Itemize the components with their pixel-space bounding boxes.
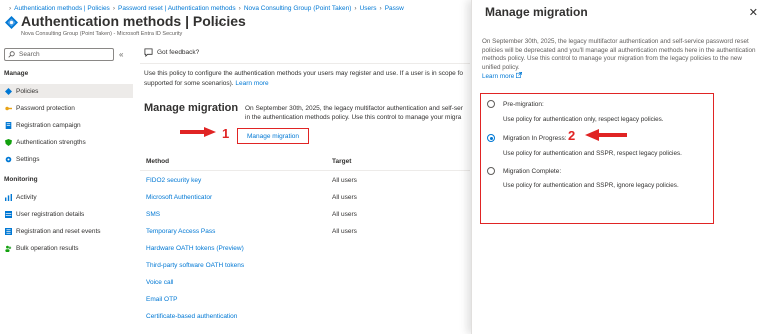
sidebar-item-label: User registration details [16, 210, 85, 218]
sidebar-item-activity[interactable]: Activity [0, 190, 133, 204]
column-header-target[interactable]: Target [332, 158, 351, 165]
sidebar-item-label: Registration campaign [16, 121, 81, 129]
sidebar-item-label: Bulk operation results [16, 244, 79, 252]
monitoring-section-header: Monitoring [4, 176, 38, 183]
policy-intro: Use this policy to configure the authent… [144, 69, 470, 89]
annotation-number: 2 [568, 128, 576, 143]
breadcrumb-item[interactable]: Passw [385, 5, 404, 12]
method-link[interactable]: Hardware OATH tokens (Preview) [146, 245, 244, 252]
migration-text-line-2: in the authentication methods policy. Us… [245, 114, 462, 121]
breadcrumb: › Authentication methods | Policies › Pa… [6, 3, 404, 13]
manage-section-header: Manage [4, 70, 29, 77]
panel-description-text: On September 30th, 2025, the legacy mult… [482, 38, 756, 71]
sidebar-item-settings[interactable]: Settings [0, 152, 133, 166]
breadcrumb-chevron-icon: › [379, 4, 382, 12]
radio-migration-in-progress[interactable] [487, 134, 495, 142]
method-link[interactable]: Certificate-based authentication [146, 313, 237, 320]
method-link[interactable]: Temporary Access Pass [146, 228, 215, 235]
migration-description: On September 30th, 2025, the legacy mult… [245, 104, 470, 122]
annotation-arrow-icon [585, 129, 627, 141]
annotation-number: 1 [222, 126, 230, 141]
sidebar-item-authentication-strengths[interactable]: Authentication strengths [0, 135, 133, 149]
option-label: Migration Complete: [503, 168, 562, 175]
shield-icon [5, 138, 12, 146]
sidebar-item-label: Policies [16, 87, 39, 95]
method-link[interactable]: Email OTP [146, 296, 177, 303]
more-options-icon[interactable]: ... [214, 16, 225, 26]
manage-migration-panel: Manage migration ✕ On September 30th, 20… [471, 0, 768, 334]
people-icon [5, 245, 12, 252]
intro-learn-more-link[interactable]: Learn more [235, 80, 268, 87]
target-cell: All users [332, 177, 357, 184]
option-label: Migration In Progress: [503, 135, 567, 142]
sidebar-item-bulk-operation-results[interactable]: Bulk operation results [0, 241, 133, 255]
method-link[interactable]: SMS [146, 211, 160, 218]
breadcrumb-chevron-icon: › [354, 4, 357, 12]
chart-icon [5, 193, 12, 201]
breadcrumb-chevron-icon: › [112, 4, 115, 12]
manage-migration-button[interactable]: Manage migration [237, 128, 309, 144]
radio-pre-migration[interactable] [487, 100, 495, 108]
panel-learn-more-link[interactable]: Learn more [482, 73, 514, 80]
migration-options-group: Pre-migration: Use policy for authentica… [480, 93, 714, 224]
collapse-sidebar-icon[interactable]: « [119, 50, 123, 59]
panel-description: On September 30th, 2025, the legacy mult… [482, 38, 762, 82]
manage-migration-heading: Manage migration [144, 102, 239, 114]
method-link[interactable]: Third-party software OATH tokens [146, 262, 244, 269]
breadcrumb-item[interactable]: Nova Consulting Group (Point Taken) [244, 5, 352, 12]
gear-icon [5, 156, 12, 162]
sidebar-item-label: Settings [16, 155, 40, 163]
page-subtitle: Nova Consulting Group (Point Taken) - Mi… [21, 31, 183, 37]
toolbar-divider [140, 63, 470, 64]
search-placeholder: Search [19, 51, 40, 58]
feedback-label: Got feedback? [157, 49, 200, 56]
option-description: Use policy for authentication and SSPR, … [503, 150, 682, 157]
sidebar-item-label: Password protection [16, 104, 75, 112]
method-link[interactable]: FIDO2 security key [146, 177, 201, 184]
annotation-arrow-icon [180, 127, 216, 137]
key-icon [5, 106, 12, 110]
list-icon [5, 227, 12, 235]
sidebar-item-registration-campaign[interactable]: Registration campaign [0, 118, 133, 132]
breadcrumb-chevron-icon: › [9, 4, 12, 12]
column-header-method[interactable]: Method [146, 158, 169, 165]
sidebar-item-label: Activity [16, 193, 37, 201]
panel-title: Manage migration [485, 5, 588, 19]
method-link[interactable]: Voice call [146, 279, 173, 286]
page-title: Authentication methods | Policies [21, 13, 246, 29]
search-icon [8, 51, 15, 58]
target-cell: All users [332, 211, 357, 218]
authentication-diamond-icon [5, 16, 18, 29]
sidebar-item-policies[interactable]: Policies [0, 84, 133, 98]
external-link-icon [515, 72, 522, 78]
option-label: Pre-migration: [503, 101, 544, 108]
migration-text-line-1: On September 30th, 2025, the legacy mult… [245, 105, 463, 112]
sidebar-item-user-registration-details[interactable]: User registration details [0, 207, 133, 221]
intro-line-1: Use this policy to configure the authent… [144, 70, 464, 77]
target-cell: All users [332, 194, 357, 201]
breadcrumb-item[interactable]: Authentication methods | Policies [14, 5, 110, 12]
sidebar-item-label: Authentication strengths [16, 138, 86, 146]
sidebar-item-password-protection[interactable]: Password protection [0, 101, 133, 115]
method-link[interactable]: Microsoft Authenticator [146, 194, 212, 201]
target-cell: All users [332, 228, 357, 235]
breadcrumb-item[interactable]: Password reset | Authentication methods [118, 5, 236, 12]
sidebar-item-label: Registration and reset events [16, 227, 101, 235]
sidebar-item-registration-reset-events[interactable]: Registration and reset events [0, 224, 133, 238]
radio-migration-complete[interactable] [487, 167, 495, 175]
close-icon[interactable]: ✕ [749, 6, 758, 19]
document-icon [5, 121, 12, 129]
diamond-icon [5, 87, 12, 95]
option-description: Use policy for authentication only, resp… [503, 116, 664, 123]
sidebar-search-input[interactable]: Search [4, 48, 114, 61]
feedback-button[interactable]: Got feedback? [144, 48, 199, 57]
breadcrumb-chevron-icon: › [238, 4, 241, 12]
option-description: Use policy for authentication and SSPR, … [503, 182, 679, 189]
table-header-divider [140, 170, 470, 171]
feedback-icon [144, 48, 153, 57]
intro-line-2: supported for some scenarios). [144, 80, 234, 87]
table-icon [5, 210, 12, 218]
breadcrumb-item[interactable]: Users [360, 5, 377, 12]
